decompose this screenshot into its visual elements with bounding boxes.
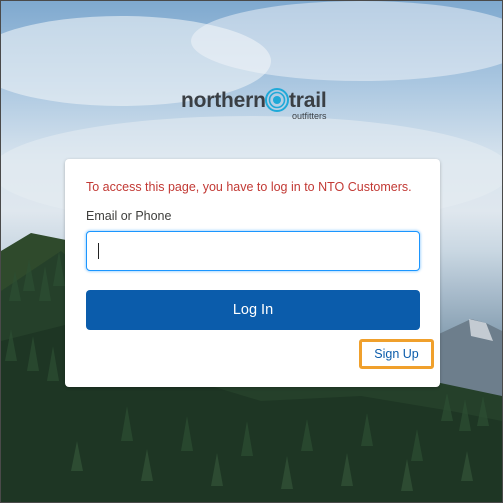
login-card: To access this page, you have to log in … (65, 159, 440, 387)
error-message: To access this page, you have to log in … (86, 180, 412, 194)
username-input[interactable] (86, 231, 420, 271)
login-button[interactable]: Log In (86, 290, 420, 330)
username-label: Email or Phone (86, 209, 172, 223)
signup-link[interactable]: Sign Up (362, 342, 431, 366)
text-cursor (98, 243, 99, 259)
logo-text-northern: northern (181, 89, 266, 112)
logo-text-trail: trail (289, 89, 327, 112)
logo-tagline: outfitters (292, 111, 327, 121)
login-page-background: northern trail outfitters To access this… (0, 0, 503, 503)
northern-trail-logo: northern trail outfitters (181, 87, 331, 123)
northern-trail-emblem-icon (265, 88, 289, 112)
